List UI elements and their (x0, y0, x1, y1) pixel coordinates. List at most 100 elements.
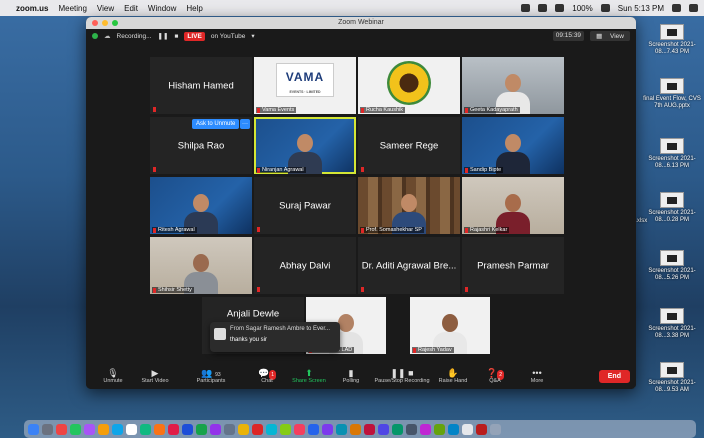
chat-button[interactable]: 💬 1 Chat (246, 368, 288, 384)
dock-app-icon[interactable] (322, 423, 333, 435)
dock-app-icon[interactable] (336, 423, 347, 435)
participant-tile[interactable]: Abhay Dalvi (254, 237, 356, 294)
menu-item-help[interactable]: Help (186, 4, 202, 13)
dock-app-icon[interactable] (406, 423, 417, 435)
dock-app-icon[interactable] (476, 423, 487, 435)
qa-button[interactable]: ❓ 2 Q&A (474, 368, 516, 384)
menu-item-edit[interactable]: Edit (124, 4, 138, 13)
raise-hand-button[interactable]: ✋ Raise Hand (432, 368, 474, 384)
control-center-icon[interactable] (689, 4, 698, 12)
participant-name: Dr. Aditi Agrawal Bre... (361, 260, 457, 271)
menu-app-name[interactable]: zoom.us (16, 4, 48, 13)
share-screen-button[interactable]: ⬆ Share Screen (288, 368, 330, 384)
participant-name: Abhay Dalvi (279, 260, 331, 271)
participant-more-button[interactable]: ··· (240, 119, 250, 129)
pause-recording-icon[interactable]: ❚❚ (158, 32, 169, 40)
dock-app-icon[interactable] (56, 423, 67, 435)
dock-app-icon[interactable] (392, 423, 403, 435)
participant-tile-active-speaker[interactable]: Niranjan Agrawal (254, 117, 356, 174)
dock-app-icon[interactable] (490, 423, 501, 435)
dock-app-icon[interactable] (434, 423, 445, 435)
stop-recording-icon[interactable]: ■ (174, 33, 178, 40)
recording-status[interactable]: Recording... (117, 33, 152, 40)
start-video-button[interactable]: ▶ Start Video (134, 368, 176, 384)
participant-tile[interactable]: Prof. Somashekhar SP (358, 177, 460, 234)
dock-app-icon[interactable] (238, 423, 249, 435)
participant-tile[interactable]: Ritesh Agrawal (150, 177, 252, 234)
dock-app-icon[interactable] (294, 423, 305, 435)
dock-app-icon[interactable] (252, 423, 263, 435)
participant-tile[interactable]: Pramesh Parmar (462, 237, 564, 294)
participant-tile[interactable]: Rajesh Yadav (410, 297, 490, 354)
dock-app-icon[interactable] (210, 423, 221, 435)
participant-tile[interactable]: Ask to Unmute ··· Shilpa Rao (150, 117, 252, 174)
desktop-file[interactable]: Screenshot 2021-08...7.43 PM (642, 24, 702, 56)
participant-tile[interactable]: Sandip Bipte (462, 117, 564, 174)
participant-label: Vama Events (256, 107, 297, 113)
dock-app-icon[interactable] (448, 423, 459, 435)
minimize-window-icon[interactable] (102, 20, 108, 26)
dock-app-icon[interactable] (224, 423, 235, 435)
participants-button[interactable]: 👥 93 Participants (176, 368, 246, 384)
ask-to-unmute-button[interactable]: Ask to Unmute (192, 119, 240, 129)
security-shield-icon[interactable] (92, 33, 98, 39)
dock-app-icon[interactable] (168, 423, 179, 435)
dock-app-icon[interactable] (420, 423, 431, 435)
live-platform[interactable]: on YouTube (211, 33, 245, 40)
menu-clock[interactable]: Sun 5:13 PM (618, 4, 664, 13)
dock-app-icon[interactable] (28, 423, 39, 435)
menu-item-meeting[interactable]: Meeting (58, 4, 86, 13)
menu-item-window[interactable]: Window (148, 4, 176, 13)
dock-app-icon[interactable] (140, 423, 151, 435)
participant-tile[interactable]: Rucha Kaushik (358, 57, 460, 114)
desktop-file[interactable]: final Event Flow, CVS 7th AUG.pptx (642, 78, 702, 110)
pause-stop-recording-button[interactable]: ❚❚ ■ Pause/Stop Recording (372, 368, 432, 384)
participant-tile[interactable]: Hisham Hamed (150, 57, 252, 114)
dock-app-icon[interactable] (266, 423, 277, 435)
more-button[interactable]: ••• More (516, 368, 558, 384)
participant-tile[interactable]: Sameer Rege (358, 117, 460, 174)
dock-app-icon[interactable] (98, 423, 109, 435)
chevron-down-icon[interactable]: ▾ (251, 32, 254, 40)
desktop-file[interactable]: Screenshot 2021-08...6.13 PM (642, 138, 702, 170)
polling-button[interactable]: ▮ Polling (330, 368, 372, 384)
view-button[interactable]: ▦ View (590, 31, 630, 41)
dock-app-icon[interactable] (70, 423, 81, 435)
end-button[interactable]: End (598, 369, 630, 383)
participant-label: Prof. Somashekhar SP (360, 227, 424, 233)
window-titlebar[interactable]: Zoom Webinar (86, 17, 636, 29)
dock-app-icon[interactable] (280, 423, 291, 435)
participant-tile[interactable]: Rajashri Kelkar (462, 177, 564, 234)
unmute-button[interactable]: 🎙 Unmute (92, 368, 134, 384)
dock-app-icon[interactable] (84, 423, 95, 435)
fullscreen-window-icon[interactable] (112, 20, 118, 26)
participant-tile[interactable]: Shihsir Shetty (150, 237, 252, 294)
dock-app-icon[interactable] (154, 423, 165, 435)
dock-app-icon[interactable] (196, 423, 207, 435)
user-icon[interactable] (538, 4, 548, 12)
dock-app-icon[interactable] (308, 423, 319, 435)
spotlight-icon[interactable] (672, 4, 681, 12)
dock-app-icon[interactable] (112, 423, 123, 435)
desktop-file[interactable]: Screenshot 2021-08...3.38 PM (642, 308, 702, 340)
dock-app-icon[interactable] (42, 423, 53, 435)
dock-app-icon[interactable] (182, 423, 193, 435)
participant-name: Shilpa Rao (177, 140, 225, 151)
battery-percent[interactable]: 100% (572, 4, 592, 13)
close-window-icon[interactable] (92, 20, 98, 26)
dock-app-icon[interactable] (378, 423, 389, 435)
dock-app-icon[interactable] (462, 423, 473, 435)
dock-app-icon[interactable] (364, 423, 375, 435)
chat-notification[interactable]: From Sagar Ramesh Ambre to Ever... thank… (210, 322, 340, 352)
wifi-icon[interactable] (555, 4, 565, 12)
battery-icon[interactable] (600, 4, 610, 12)
menu-item-view[interactable]: View (97, 4, 114, 13)
dock-app-icon[interactable] (126, 423, 137, 435)
live-badge[interactable]: LIVE (184, 31, 205, 41)
participant-tile[interactable]: Suraj Pawar (254, 177, 356, 234)
dock-app-icon[interactable] (350, 423, 361, 435)
participant-tile[interactable]: VAMA EVENTS · LIMITED Vama Events (254, 57, 356, 114)
zoom-status-icon[interactable] (521, 4, 531, 12)
participant-tile[interactable]: Dr. Aditi Agrawal Bre... (358, 237, 460, 294)
participant-tile[interactable]: Geeta Kadayaprath (462, 57, 564, 114)
